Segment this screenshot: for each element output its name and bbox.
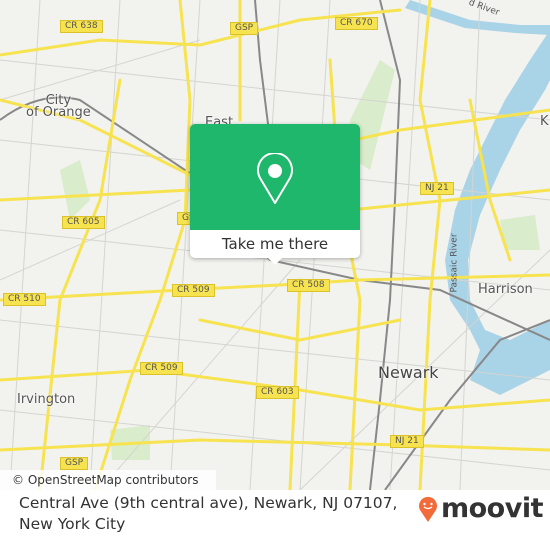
- place-label-irvington: Irvington: [17, 392, 76, 407]
- take-me-there-popup[interactable]: Take me there: [190, 124, 360, 265]
- route-shield-nj21: NJ 21: [420, 182, 454, 195]
- place-label-city-of-orange: City of Orange: [26, 93, 91, 120]
- map[interactable]: CR 638 GSP CR 670 CR 605 GS NJ 21 CR 510…: [0, 0, 550, 490]
- popup-pointer: [267, 257, 283, 265]
- place-label-k: K: [540, 114, 549, 129]
- moovit-wordmark: moovit: [441, 493, 544, 524]
- popup-header: [190, 124, 360, 230]
- route-shield-cr603: CR 603: [256, 386, 299, 399]
- route-shield-cr509: CR 509: [140, 362, 183, 375]
- place-label-newark: Newark: [378, 363, 439, 382]
- route-shield-cr508: CR 508: [287, 279, 330, 292]
- route-shield-cr510: CR 510: [3, 293, 46, 306]
- route-shield-gsp: GSP: [230, 22, 259, 35]
- map-pin-icon: [257, 153, 293, 204]
- map-attribution[interactable]: © OpenStreetMap contributors: [0, 470, 216, 490]
- take-me-there-button[interactable]: Take me there: [190, 230, 360, 258]
- moovit-pin-icon: [419, 496, 437, 522]
- route-shield-cr509: CR 509: [172, 284, 215, 297]
- route-shield-nj21: NJ 21: [390, 435, 424, 448]
- moovit-logo: moovit: [418, 493, 544, 524]
- route-shield-gsp: GSP: [60, 457, 89, 470]
- address-text: Central Ave (9th central ave), Newark, N…: [19, 494, 398, 533]
- place-label-harrison: Harrison: [478, 282, 533, 297]
- route-shield-cr605: CR 605: [62, 216, 105, 229]
- footer: Central Ave (9th central ave), Newark, N…: [0, 490, 550, 550]
- route-shield-cr670: CR 670: [335, 17, 378, 30]
- route-shield-cr638: CR 638: [60, 20, 103, 33]
- water-label-passaic-river: Passaic River: [449, 233, 460, 293]
